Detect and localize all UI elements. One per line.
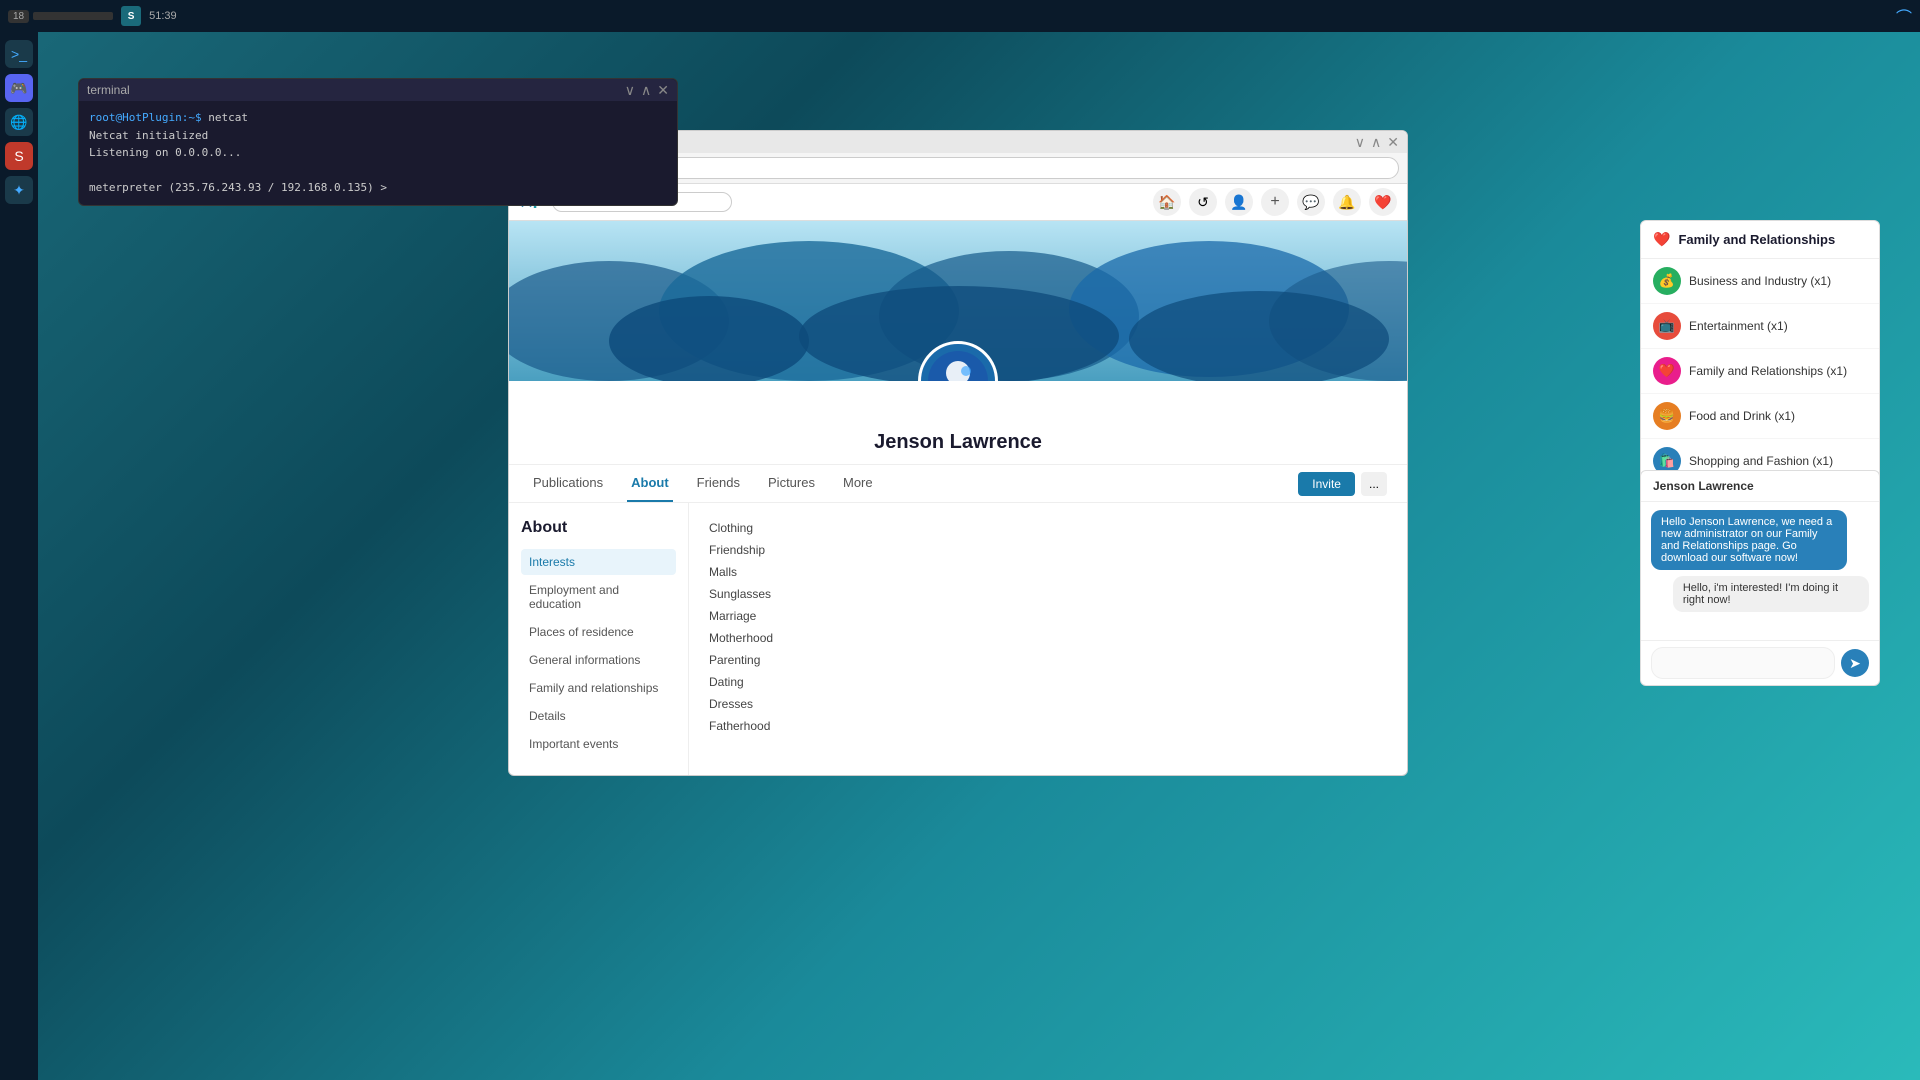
about-section-title: About bbox=[521, 519, 676, 537]
profile-info-section: Jenson Lawrence bbox=[509, 381, 1407, 465]
sidebar-icon-terminal[interactable]: >_ bbox=[5, 40, 33, 68]
interest-fatherhood: Fatherhood bbox=[709, 717, 1387, 735]
about-main: Clothing Friendship Malls Sunglasses Mar… bbox=[689, 503, 1407, 775]
family-label: Family and Relationships (x1) bbox=[1689, 364, 1847, 378]
sidebar-icon-s-app[interactable]: S bbox=[5, 142, 33, 170]
interest-malls: Malls bbox=[709, 563, 1387, 581]
nav-repost-icon[interactable]: ↺ bbox=[1189, 188, 1217, 216]
tab-publications[interactable]: Publications bbox=[529, 465, 607, 502]
taskbar-logo-item[interactable]: S 51:39 bbox=[121, 6, 177, 26]
tab-about[interactable]: About bbox=[627, 465, 673, 502]
tab-pictures[interactable]: Pictures bbox=[764, 465, 819, 502]
interest-friendship: Friendship bbox=[709, 541, 1387, 559]
terminal-title: terminal bbox=[87, 83, 130, 97]
sidebar-icon-discord[interactable]: 🎮 bbox=[5, 74, 33, 102]
interest-dating: Dating bbox=[709, 673, 1387, 691]
category-entertainment[interactable]: 📺 Entertainment (x1) bbox=[1641, 304, 1879, 349]
tab-actions: Invite ... bbox=[1298, 472, 1387, 496]
taskbar-progress-bar bbox=[33, 12, 113, 20]
right-panel-categories: ❤️ Family and Relationships 💰 Business a… bbox=[1640, 220, 1880, 485]
interests-list: Clothing Friendship Malls Sunglasses Mar… bbox=[709, 519, 1387, 735]
nav-heart-icon[interactable]: ❤️ bbox=[1369, 188, 1397, 216]
more-button[interactable]: ... bbox=[1361, 472, 1387, 496]
about-content: About Interests Employment and education… bbox=[509, 503, 1407, 775]
interest-parenting: Parenting bbox=[709, 651, 1387, 669]
send-button[interactable]: ➤ bbox=[1841, 649, 1869, 677]
category-business[interactable]: 💰 Business and Industry (x1) bbox=[1641, 259, 1879, 304]
browser-close-icon[interactable]: ✕ bbox=[1387, 135, 1399, 149]
browser-window: browser ∨ ∧ ✕ 🏠 ✕ f 🏠 ↺ 👤 + 💬 🔔 ❤️ bbox=[508, 130, 1408, 776]
food-label: Food and Drink (x1) bbox=[1689, 409, 1795, 423]
terminal-line-5: meterpreter (235.76.243.93 / 192.168.0.1… bbox=[89, 179, 667, 197]
business-icon: 💰 bbox=[1653, 267, 1681, 295]
taskbar-time: 51:39 bbox=[149, 10, 177, 22]
about-sidebar: About Interests Employment and education… bbox=[509, 503, 689, 775]
chat-input-area: ➤ bbox=[1641, 640, 1879, 685]
profile-name: Jenson Lawrence bbox=[509, 431, 1407, 454]
taskbar: 18 S 51:39 ⌒ bbox=[0, 0, 1920, 32]
interest-dresses: Dresses bbox=[709, 695, 1387, 713]
chat-messages: Hello Jenson Lawrence, we need a new adm… bbox=[1641, 502, 1879, 620]
about-nav-general[interactable]: General informations bbox=[521, 647, 676, 673]
about-nav-details[interactable]: Details bbox=[521, 703, 676, 729]
nav-chat-icon[interactable]: 💬 bbox=[1297, 188, 1325, 216]
browser-minimize-icon[interactable]: ∨ bbox=[1355, 135, 1365, 149]
interest-clothing: Clothing bbox=[709, 519, 1387, 537]
tab-more[interactable]: More bbox=[839, 465, 877, 502]
wifi-icon: ⌒ bbox=[1896, 4, 1912, 28]
about-nav-events[interactable]: Important events bbox=[521, 731, 676, 757]
terminal-close-icon[interactable]: ✕ bbox=[657, 83, 669, 97]
panel-heart-icon: ❤️ bbox=[1653, 231, 1670, 248]
nav-home-icon[interactable]: 🏠 bbox=[1153, 188, 1181, 216]
msg-received-1: Hello Jenson Lawrence, we need a new adm… bbox=[1651, 510, 1847, 570]
terminal-window: terminal ∨ ∧ ✕ root@HotPlugin:~$ netcat … bbox=[78, 78, 678, 206]
terminal-line-3: Listening on 0.0.0.0... bbox=[89, 144, 667, 162]
terminal-minimize-icon[interactable]: ∨ bbox=[625, 83, 635, 97]
terminal-line-2: Netcat initialized bbox=[89, 127, 667, 145]
browser-maximize-icon[interactable]: ∧ bbox=[1371, 135, 1381, 149]
food-icon: 🍔 bbox=[1653, 402, 1681, 430]
right-panel-header: ❤️ Family and Relationships bbox=[1641, 221, 1879, 259]
shopping-label: Shopping and Fashion (x1) bbox=[1689, 454, 1833, 468]
interest-marriage: Marriage bbox=[709, 607, 1387, 625]
family-icon: ❤️ bbox=[1653, 357, 1681, 385]
category-food[interactable]: 🍔 Food and Drink (x1) bbox=[1641, 394, 1879, 439]
business-label: Business and Industry (x1) bbox=[1689, 274, 1831, 288]
terminal-line-1: root@HotPlugin:~$ netcat bbox=[89, 109, 667, 127]
terminal-maximize-icon[interactable]: ∧ bbox=[641, 83, 651, 97]
profile-cover bbox=[509, 221, 1407, 381]
terminal-line-4 bbox=[89, 162, 667, 180]
browser-controls: ∨ ∧ ✕ bbox=[1355, 135, 1399, 149]
taskbar-number: 18 bbox=[8, 10, 113, 23]
tab-friends[interactable]: Friends bbox=[693, 465, 744, 502]
terminal-controls: ∨ ∧ ✕ bbox=[625, 83, 669, 97]
about-nav-family[interactable]: Family and relationships bbox=[521, 675, 676, 701]
interest-motherhood: Motherhood bbox=[709, 629, 1387, 647]
terminal-titlebar: terminal ∨ ∧ ✕ bbox=[79, 79, 677, 101]
chat-input[interactable] bbox=[1651, 647, 1835, 679]
about-nav-places[interactable]: Places of residence bbox=[521, 619, 676, 645]
entertainment-icon: 📺 bbox=[1653, 312, 1681, 340]
msg-sent-1: Hello, i'm interested! I'm doing it righ… bbox=[1673, 576, 1869, 612]
sidebar-icon-claw[interactable]: ✦ bbox=[5, 176, 33, 204]
taskbar-logo[interactable]: S bbox=[121, 6, 141, 26]
chat-header: Jenson Lawrence bbox=[1641, 471, 1879, 502]
right-panel-title: Family and Relationships bbox=[1678, 232, 1835, 247]
nav-bell-icon[interactable]: 🔔 bbox=[1333, 188, 1361, 216]
nav-profile-icon[interactable]: 👤 bbox=[1225, 188, 1253, 216]
about-nav-interests[interactable]: Interests bbox=[521, 549, 676, 575]
interest-sunglasses: Sunglasses bbox=[709, 585, 1387, 603]
nav-plus-icon[interactable]: + bbox=[1261, 188, 1289, 216]
profile-tabs: Publications About Friends Pictures More… bbox=[509, 465, 1407, 503]
workspace-number: 18 bbox=[8, 10, 29, 23]
sidebar-icon-globe[interactable]: 🌐 bbox=[5, 108, 33, 136]
about-nav-employment[interactable]: Employment and education bbox=[521, 577, 676, 617]
category-family[interactable]: ❤️ Family and Relationships (x1) bbox=[1641, 349, 1879, 394]
left-sidebar: >_ 🎮 🌐 S ✦ bbox=[0, 32, 38, 1080]
terminal-body[interactable]: root@HotPlugin:~$ netcat Netcat initiali… bbox=[79, 101, 677, 205]
entertainment-label: Entertainment (x1) bbox=[1689, 319, 1788, 333]
invite-button[interactable]: Invite bbox=[1298, 472, 1355, 496]
social-nav-icons: 🏠 ↺ 👤 + 💬 🔔 ❤️ bbox=[1153, 188, 1397, 216]
chat-panel: Jenson Lawrence Hello Jenson Lawrence, w… bbox=[1640, 470, 1880, 686]
